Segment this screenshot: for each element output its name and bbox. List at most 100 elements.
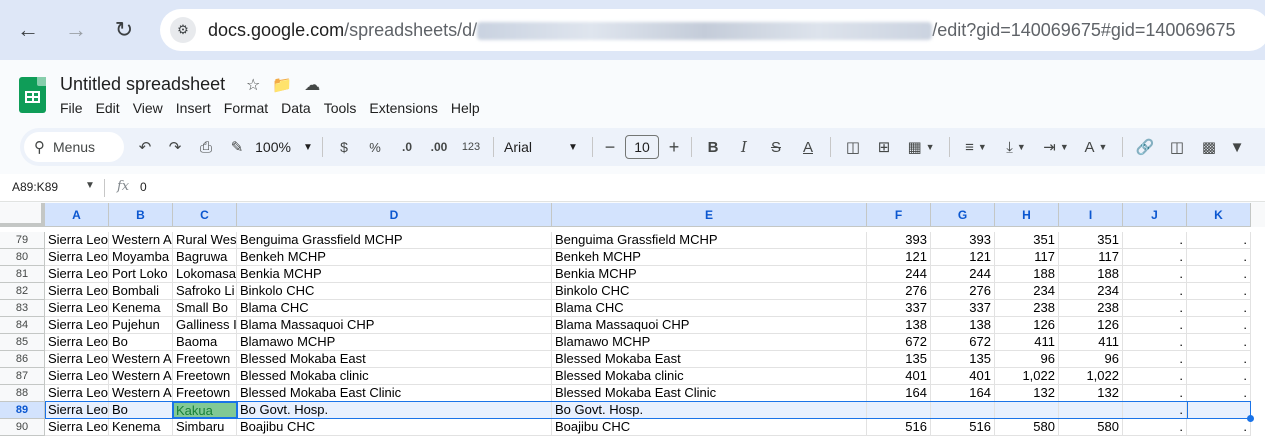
table-cell[interactable]: Blessed Mokaba clinic: [552, 368, 867, 385]
column-header-i[interactable]: I: [1059, 203, 1123, 227]
row-header-88[interactable]: 88: [0, 385, 45, 402]
table-cell[interactable]: Western A: [109, 232, 173, 249]
row-header-87[interactable]: 87: [0, 368, 45, 385]
cloud-status-icon[interactable]: ☁: [304, 75, 320, 95]
table-cell[interactable]: 393: [931, 232, 995, 249]
document-title[interactable]: Untitled spreadsheet: [60, 74, 225, 95]
table-cell[interactable]: Baoma: [173, 334, 237, 351]
table-cell[interactable]: 234: [1059, 283, 1123, 300]
increase-font-size-icon[interactable]: +: [663, 133, 685, 161]
table-cell[interactable]: Blama CHC: [552, 300, 867, 317]
strikethrough-icon[interactable]: S: [760, 133, 792, 161]
row-header-85[interactable]: 85: [0, 334, 45, 351]
table-cell[interactable]: Binkolo CHC: [552, 283, 867, 300]
table-cell[interactable]: 188: [1059, 266, 1123, 283]
table-cell[interactable]: 672: [867, 334, 931, 351]
filter-icon[interactable]: ▼: [1225, 133, 1249, 161]
text-color-icon[interactable]: A: [792, 133, 824, 161]
table-cell[interactable]: Blama Massaquoi CHP: [237, 317, 552, 334]
table-cell[interactable]: 121: [931, 249, 995, 266]
table-cell[interactable]: 411: [1059, 334, 1123, 351]
table-cell[interactable]: .: [1123, 283, 1187, 300]
table-cell[interactable]: 188: [995, 266, 1059, 283]
table-cell[interactable]: Simbaru: [173, 419, 237, 436]
table-cell[interactable]: Kenema: [109, 419, 173, 436]
formula-input[interactable]: 0: [140, 180, 147, 194]
spreadsheet-grid[interactable]: Sierra LeoWestern ARural WesBongaoma MCH…: [0, 203, 1265, 436]
menu-tools[interactable]: Tools: [324, 98, 357, 118]
column-header-k[interactable]: K: [1187, 203, 1251, 227]
table-cell[interactable]: Sierra Leo: [45, 334, 109, 351]
table-cell[interactable]: Blessed Mokaba East: [237, 351, 552, 368]
table-cell[interactable]: Bo: [109, 402, 173, 419]
table-cell[interactable]: 672: [931, 334, 995, 351]
table-cell[interactable]: 126: [1059, 317, 1123, 334]
menu-file[interactable]: File: [60, 98, 83, 118]
table-cell[interactable]: Kenema: [109, 300, 173, 317]
table-cell[interactable]: Port Loko: [109, 266, 173, 283]
table-cell[interactable]: 132: [995, 385, 1059, 402]
more-formats-button[interactable]: 123: [455, 133, 487, 161]
table-cell[interactable]: 276: [867, 283, 931, 300]
table-cell[interactable]: 580: [995, 419, 1059, 436]
table-cell[interactable]: 238: [1059, 300, 1123, 317]
row-header-79[interactable]: 79: [0, 232, 45, 249]
table-cell[interactable]: 96: [1059, 351, 1123, 368]
column-header-h[interactable]: H: [995, 203, 1059, 227]
table-cell[interactable]: [995, 402, 1059, 419]
table-cell[interactable]: .: [1187, 317, 1251, 334]
table-cell[interactable]: Sierra Leo: [45, 283, 109, 300]
table-cell[interactable]: Blama Massaquoi CHP: [552, 317, 867, 334]
table-cell[interactable]: Blamawo MCHP: [552, 334, 867, 351]
table-cell[interactable]: Freetown: [173, 368, 237, 385]
address-bar[interactable]: ⚙ docs.google.com/spreadsheets/d/ /edit?g…: [160, 9, 1265, 51]
currency-format-button[interactable]: $: [329, 133, 359, 161]
search-menus[interactable]: ⚲ Menus: [24, 132, 124, 162]
insert-comment-icon[interactable]: ◫: [1161, 133, 1193, 161]
table-cell[interactable]: Sierra Leo: [45, 317, 109, 334]
table-cell[interactable]: Sierra Leo: [45, 266, 109, 283]
table-cell[interactable]: .: [1123, 317, 1187, 334]
table-cell[interactable]: .: [1123, 249, 1187, 266]
table-cell[interactable]: .: [1123, 334, 1187, 351]
table-cell[interactable]: 337: [867, 300, 931, 317]
table-cell[interactable]: Western A: [109, 351, 173, 368]
borders-icon[interactable]: ⊞: [869, 133, 899, 161]
table-cell[interactable]: Boajibu CHC: [237, 419, 552, 436]
table-cell[interactable]: Blessed Mokaba East: [552, 351, 867, 368]
table-cell[interactable]: .: [1187, 419, 1251, 436]
move-folder-icon[interactable]: 📁: [272, 75, 292, 95]
table-cell[interactable]: .: [1187, 351, 1251, 368]
table-cell[interactable]: Boajibu CHC: [552, 419, 867, 436]
column-header-e[interactable]: E: [552, 203, 867, 227]
table-cell[interactable]: .: [1187, 300, 1251, 317]
table-cell[interactable]: 117: [1059, 249, 1123, 266]
table-cell[interactable]: 351: [995, 232, 1059, 249]
table-cell[interactable]: .: [1123, 385, 1187, 402]
menu-extensions[interactable]: Extensions: [369, 98, 437, 118]
fill-handle[interactable]: [1247, 415, 1254, 422]
table-cell[interactable]: 135: [931, 351, 995, 368]
table-cell[interactable]: 164: [867, 385, 931, 402]
back-arrow-icon[interactable]: ←: [8, 10, 48, 50]
table-cell[interactable]: Blamawo MCHP: [237, 334, 552, 351]
decrease-font-size-icon[interactable]: −: [599, 133, 621, 161]
table-cell[interactable]: 337: [931, 300, 995, 317]
insert-link-icon[interactable]: 🔗: [1129, 133, 1161, 161]
table-cell[interactable]: Benguima Grassfield MCHP: [237, 232, 552, 249]
table-cell[interactable]: 117: [995, 249, 1059, 266]
column-header-j[interactable]: J: [1123, 203, 1187, 227]
bold-icon[interactable]: B: [698, 133, 728, 161]
table-cell[interactable]: 138: [867, 317, 931, 334]
table-cell[interactable]: Sierra Leo: [45, 419, 109, 436]
table-cell[interactable]: 238: [995, 300, 1059, 317]
table-cell[interactable]: 132: [1059, 385, 1123, 402]
row-header-90[interactable]: 90: [0, 419, 45, 436]
table-cell[interactable]: 121: [867, 249, 931, 266]
text-wrapping-icon[interactable]: ⇥ ▼: [1036, 133, 1076, 161]
table-cell[interactable]: .: [1123, 232, 1187, 249]
table-cell[interactable]: Benguima Grassfield MCHP: [552, 232, 867, 249]
table-cell[interactable]: 516: [867, 419, 931, 436]
table-cell[interactable]: 135: [867, 351, 931, 368]
row-header-81[interactable]: 81: [0, 266, 45, 283]
